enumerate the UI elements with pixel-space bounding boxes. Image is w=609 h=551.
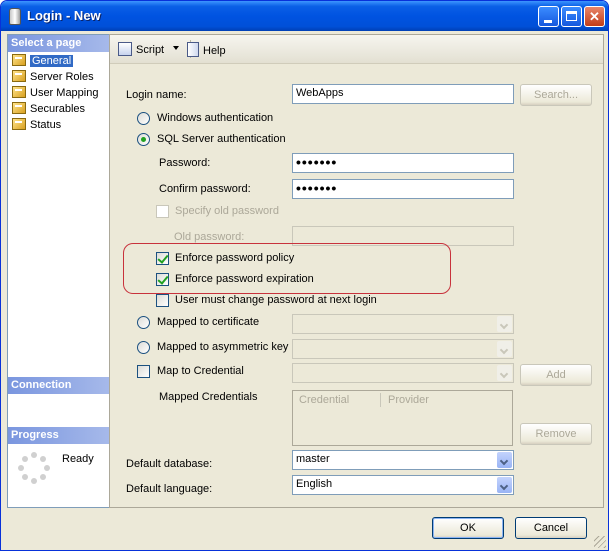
cancel-button[interactable]: Cancel xyxy=(515,517,587,539)
window-title: Login - New xyxy=(27,8,101,23)
password-label: Password: xyxy=(159,157,211,169)
chevron-down-icon xyxy=(497,316,512,332)
help-icon xyxy=(187,42,199,57)
specify-old-password-label: Specify old password xyxy=(175,205,279,217)
must-change-label: User must change password at next login xyxy=(175,294,377,306)
mapped-cert-label: Mapped to certificate xyxy=(157,316,260,328)
mapped-credentials-label: Mapped Credentials xyxy=(159,391,258,403)
toolbar: Script Help xyxy=(110,35,603,64)
resize-grip[interactable] xyxy=(594,536,606,548)
login-name-label: Login name: xyxy=(126,89,187,101)
password-field[interactable]: ••••••• xyxy=(292,153,514,173)
map-credential-label: Map to Credential xyxy=(157,365,244,377)
page-icon xyxy=(12,70,26,82)
progress-spinner-icon xyxy=(18,452,50,484)
page-icon xyxy=(12,102,26,114)
script-icon xyxy=(118,42,132,56)
default-language-select[interactable]: English xyxy=(292,475,514,495)
sidebar-item-status[interactable]: Status xyxy=(12,117,61,133)
confirm-password-field[interactable]: ••••••• xyxy=(292,179,514,199)
default-language-label: Default language: xyxy=(126,483,213,495)
close-icon: ✕ xyxy=(589,9,600,24)
minimize-button[interactable] xyxy=(538,6,559,27)
page-icon xyxy=(12,54,26,66)
default-database-value: master xyxy=(296,453,330,465)
title-bar[interactable]: Login - New ✕ xyxy=(1,1,608,31)
default-database-label: Default database: xyxy=(126,458,213,470)
script-label: Script xyxy=(136,44,165,56)
sidebar-item-server-roles[interactable]: Server Roles xyxy=(12,69,94,85)
column-divider xyxy=(380,393,381,407)
sidebar-item-label: Server Roles xyxy=(30,71,94,83)
progress-status: Ready xyxy=(62,453,94,465)
close-button[interactable]: ✕ xyxy=(584,6,605,27)
script-dropdown-icon[interactable] xyxy=(173,46,179,50)
sidebar-item-label: Status xyxy=(30,119,62,131)
mapped-asym-radio[interactable] xyxy=(137,341,150,354)
windows-auth-label: Windows authentication xyxy=(157,112,274,124)
script-button[interactable]: Script xyxy=(118,42,164,56)
default-language-value: English xyxy=(296,478,333,490)
chevron-down-icon xyxy=(497,477,512,493)
mapped-asym-label: Mapped to asymmetric key xyxy=(157,341,289,353)
page-icon xyxy=(12,118,26,130)
chevron-down-icon xyxy=(497,365,512,381)
sidebar-item-securables[interactable]: Securables xyxy=(12,101,85,117)
specify-old-password-checkbox[interactable] xyxy=(156,205,169,218)
left-pane: Select a page General Server Roles User … xyxy=(7,34,110,508)
sidebar-item-label: Securables xyxy=(30,103,86,115)
certificate-select[interactable] xyxy=(292,314,514,334)
column-header-credential[interactable]: Credential xyxy=(299,393,349,407)
must-change-checkbox[interactable] xyxy=(156,294,169,307)
maximize-icon xyxy=(566,11,577,21)
chevron-down-icon xyxy=(497,452,512,468)
progress-header: Progress xyxy=(8,427,109,444)
column-header-provider[interactable]: Provider xyxy=(388,393,429,407)
maximize-button[interactable] xyxy=(561,6,582,27)
search-button[interactable]: Search... xyxy=(520,84,592,106)
login-new-window: Login - New ✕ Select a page General Serv… xyxy=(0,0,609,551)
login-name-input[interactable]: WebApps xyxy=(292,84,514,104)
windows-auth-radio[interactable] xyxy=(137,112,150,125)
credential-select[interactable] xyxy=(292,363,514,383)
remove-button[interactable]: Remove xyxy=(520,423,592,445)
mapped-credentials-grid[interactable]: Credential Provider xyxy=(292,390,513,446)
password-policy-highlight xyxy=(123,243,451,294)
page-icon xyxy=(12,86,26,98)
add-button[interactable]: Add xyxy=(520,364,592,386)
mapped-cert-radio[interactable] xyxy=(137,316,150,329)
default-database-select[interactable]: master xyxy=(292,450,514,470)
sidebar-item-user-mapping[interactable]: User Mapping xyxy=(12,85,98,101)
sidebar-item-label: General xyxy=(30,55,74,67)
chevron-down-icon xyxy=(497,341,512,357)
database-icon xyxy=(9,8,21,25)
minimize-icon xyxy=(544,20,552,23)
connection-header: Connection xyxy=(8,377,109,394)
sql-auth-radio[interactable] xyxy=(137,133,150,146)
confirm-password-label: Confirm password: xyxy=(159,183,251,195)
select-page-header: Select a page xyxy=(8,35,109,52)
old-password-label: Old password: xyxy=(174,231,245,243)
sidebar-item-label: User Mapping xyxy=(30,87,99,99)
ok-button[interactable]: OK xyxy=(432,517,504,539)
asymmetric-key-select[interactable] xyxy=(292,339,514,359)
map-credential-checkbox[interactable] xyxy=(137,365,150,378)
sidebar-item-general[interactable]: General xyxy=(12,53,74,69)
sql-auth-label: SQL Server authentication xyxy=(157,133,286,145)
help-label: Help xyxy=(203,45,226,57)
help-button[interactable]: Help xyxy=(187,42,226,57)
